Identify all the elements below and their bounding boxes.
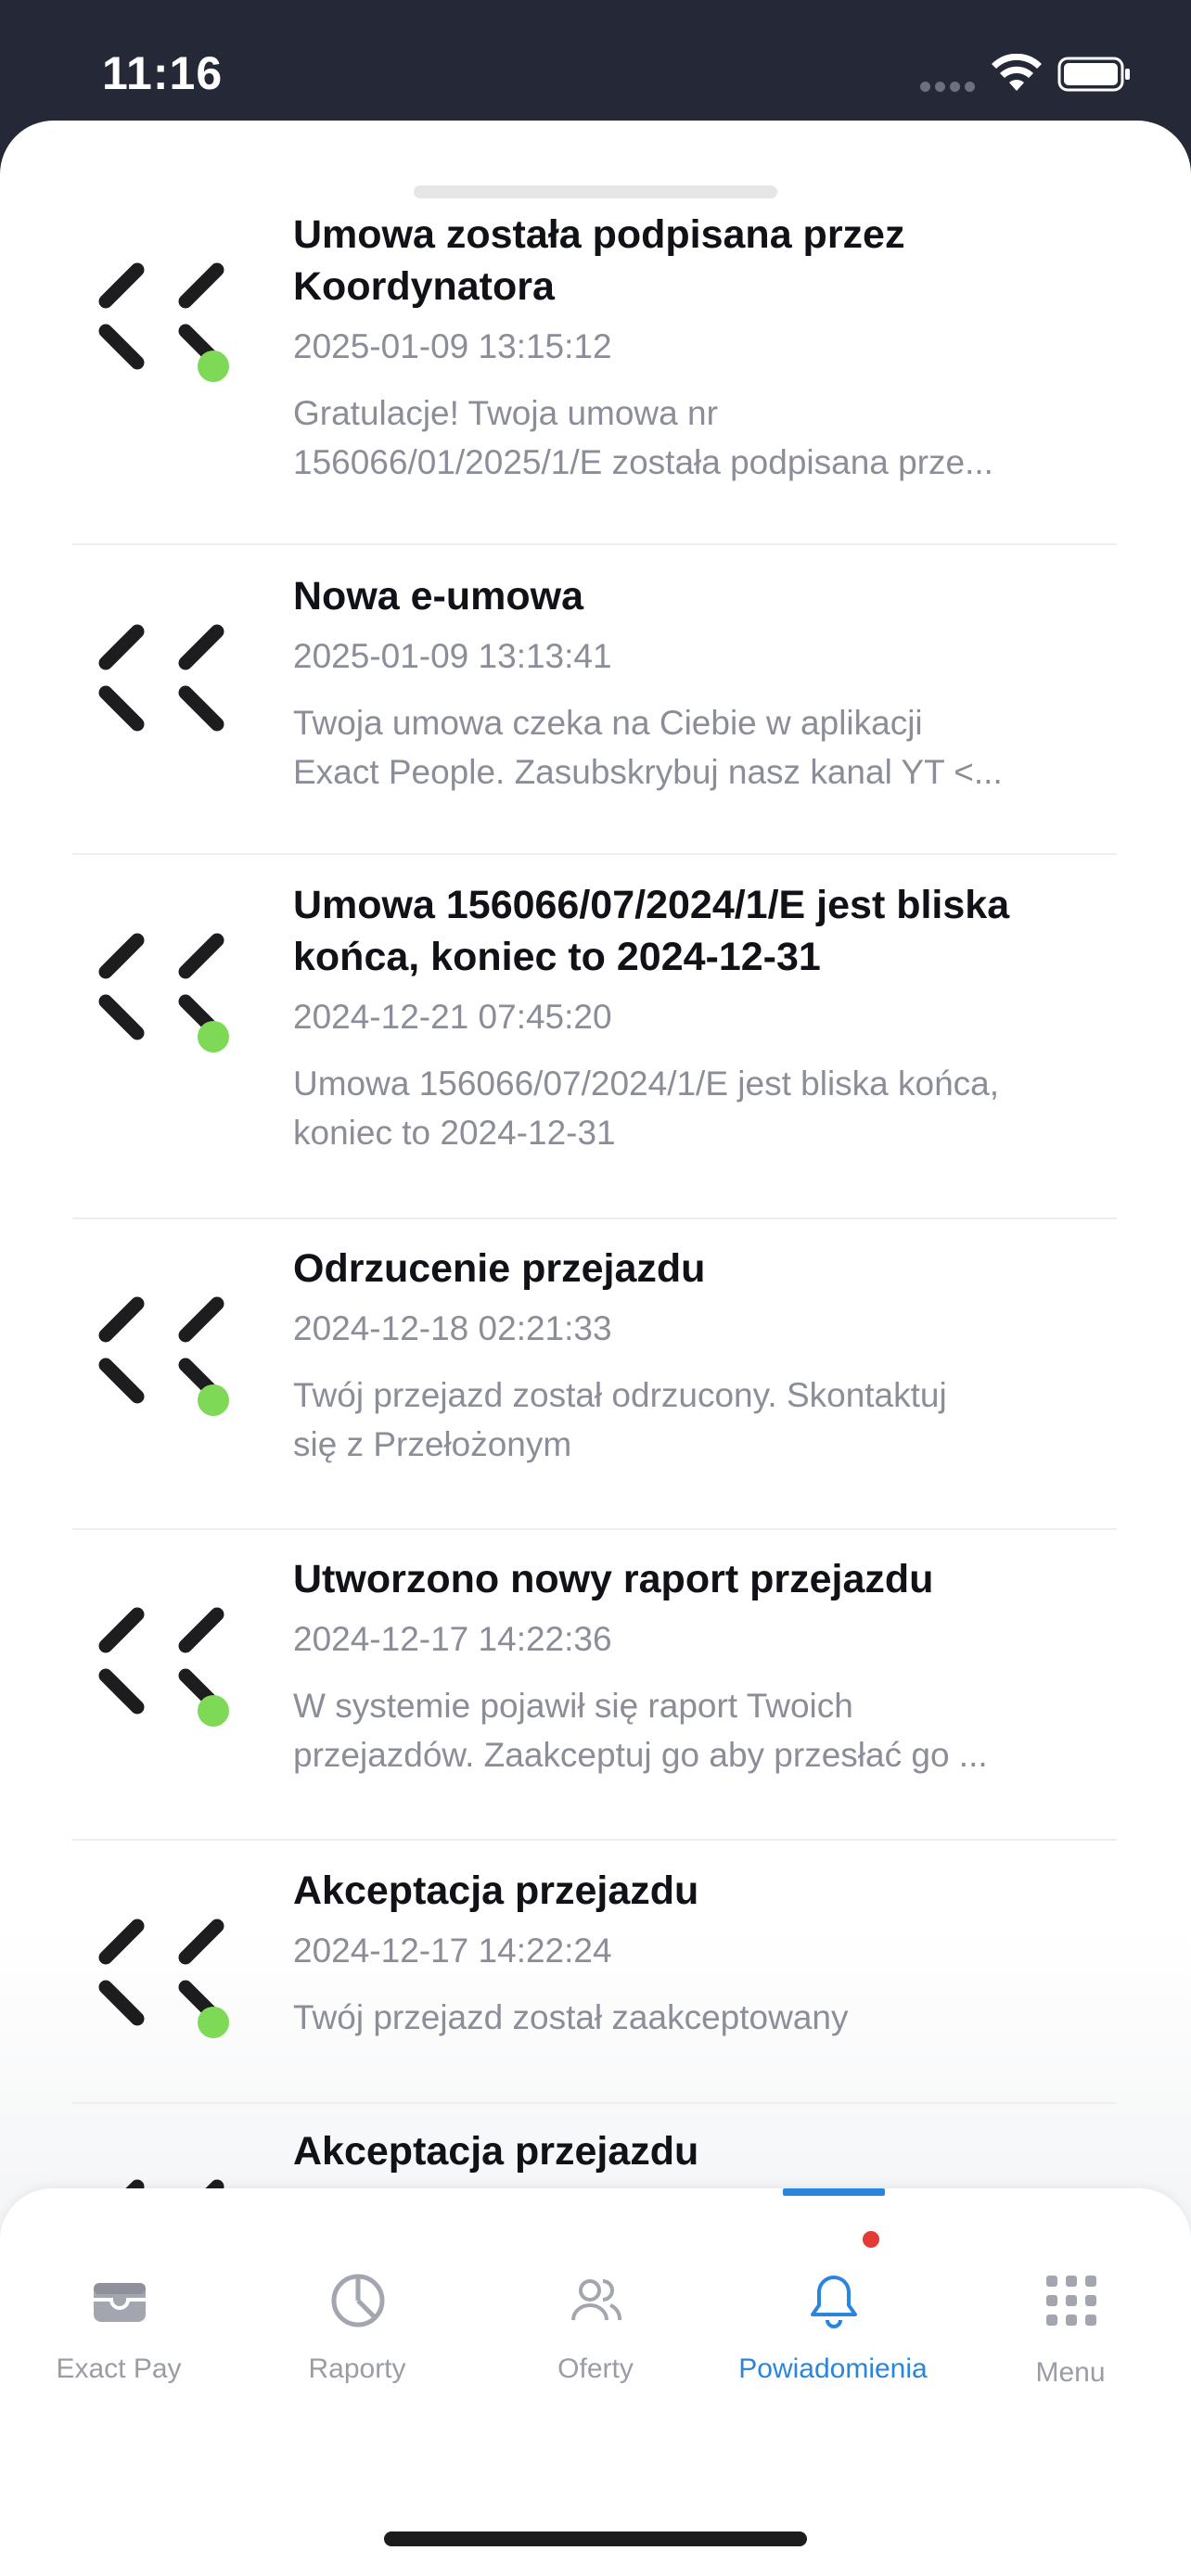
exact-logo-icon [98,1607,229,1727]
pie-chart-icon [331,2274,385,2327]
notification-title: Utworzono nowy raport przejazdu [293,1553,1109,1605]
tab-menu[interactable]: Menu [952,2188,1189,2392]
notification-date: 2024-12-17 14:22:36 [293,1620,612,1658]
notification-body: Twoja umowa czeka na Ciebie w aplikacji E… [293,698,1109,797]
status-bar: 11:16 [0,0,1191,125]
tab-oferty[interactable]: Oferty [477,2188,714,2392]
notification-body-line: 156066/01/2025/1/E została podpisana prz… [293,443,993,481]
notification-body: Twój przejazd został odrzucony. Skontakt… [293,1371,1109,1469]
exact-logo-icon [98,624,224,732]
battery-icon [1057,57,1130,92]
divider [72,543,1117,545]
active-tab-indicator [783,2188,885,2196]
unread-dot [198,1021,229,1052]
notification-body-line: Twój przejazd został odrzucony. Skontakt… [293,1376,947,1414]
tab-powiadomienia[interactable]: Powiadomienia [714,2188,952,2392]
notification-body-line: Gratulacje! Twoja umowa nr [293,394,718,432]
tab-label: Menu [1035,2357,1106,2388]
tab-exact-pay[interactable]: Exact Pay [0,2188,237,2392]
notification-body: W systemie pojawił się raport Twoich prze… [293,1681,1109,1779]
exact-logo-icon [98,262,229,382]
notification-body-line: się z Przełożonym [293,1425,572,1463]
notification-title: Odrzucenie przejazdu [293,1243,1109,1294]
notification-body-line: koniec to 2024-12-31 [293,1114,616,1152]
notification-body: Twój przejazd został zaakceptowany [293,1993,1109,2042]
tab-label: Powiadomienia [738,2353,928,2384]
tab-label: Exact Pay [56,2353,182,2384]
notification-body-line: Exact People. Zasubskrybuj nasz kanal YT… [293,753,1003,791]
tab-bar: Exact Pay Raporty Oferty Powiadomienia M… [0,2188,1191,2576]
notification-body-line: Twój przejazd został zaakceptowany [293,1998,849,2036]
divider [72,1218,1117,1219]
notification-item[interactable]: Odrzucenie przejazdu 2024-12-18 02:21:33 T… [0,1243,1191,1549]
notification-title-line: Umowa 156066/07/2024/1/E jest bliska [293,883,1010,927]
notification-item[interactable]: Utworzono nowy raport przejazdu 2024-12-1… [0,1553,1191,1859]
users-icon [571,2279,622,2321]
notification-title-line: Koordynatora [293,264,555,309]
notification-body-line: Twoja umowa czeka na Ciebie w aplikacji [293,704,923,742]
notification-body-line: Umowa 156066/07/2024/1/E jest bliska koń… [293,1065,1000,1103]
unread-dot [198,2007,229,2038]
notification-date: 2025-01-09 13:15:12 [293,327,612,365]
divider [72,853,1117,855]
notification-body: Umowa 156066/07/2024/1/E jest bliska koń… [293,1059,1109,1157]
wallet-icon [94,2283,146,2322]
exact-logo-icon [98,1919,229,2038]
notification-title: Akceptacja przejazdu [293,2125,1109,2177]
notification-badge [863,2231,879,2248]
unread-dot [198,351,229,382]
cellular-signal-icon [920,82,976,93]
unread-dot [198,1384,229,1416]
tab-raporty[interactable]: Raporty [238,2188,476,2392]
notification-body-line: W systemie pojawił się raport Twoich [293,1687,853,1725]
notification-date: 2024-12-18 02:21:33 [293,1309,612,1347]
notification-title-line: Akceptacja przejazdu [293,1868,699,1913]
notification-title: Nowa e-umowa [293,570,1109,622]
bell-icon [811,2276,857,2328]
unread-dot [198,1695,229,1727]
notification-title-line: Odrzucenie przejazdu [293,1246,706,1291]
notification-body-line: przejazdów. Zaakceptuj go aby przesłać g… [293,1736,988,1774]
notification-date: 2024-12-21 07:45:20 [293,998,612,1036]
divider [72,1839,1117,1841]
home-indicator[interactable] [384,2531,807,2546]
grid-icon [1046,2276,1096,2326]
notification-title-line: Umowa została podpisana przez [293,212,905,257]
notification-title-line: Akceptacja przejazdu [293,2129,699,2174]
notification-title: Umowa 156066/07/2024/1/E jest bliska końc… [293,879,1109,983]
notification-item[interactable]: Umowa 156066/07/2024/1/E jest bliska końc… [0,879,1191,1185]
notification-title-line: końca, koniec to 2024-12-31 [293,935,821,979]
notification-date: 2024-12-17 14:22:24 [293,1932,612,1970]
status-time: 11:16 [102,47,224,99]
sheet-grabber[interactable] [414,185,777,198]
notification-item[interactable]: Nowa e-umowa 2025-01-09 13:13:41 Twoja umo… [0,570,1191,876]
exact-logo-icon [98,933,229,1052]
tab-label: Oferty [557,2353,634,2384]
notification-body: Gratulacje! Twoja umowa nr 156066/01/2025… [293,389,1109,487]
notification-item[interactable]: Umowa została podpisana przez Koordynator… [0,209,1191,515]
divider [72,1528,1117,1530]
notification-title-line: Nowa e-umowa [293,574,583,618]
wifi-icon [992,54,1042,91]
exact-logo-icon [98,1296,229,1416]
notification-title: Akceptacja przejazdu [293,1865,1109,1917]
notification-date: 2025-01-09 13:13:41 [293,637,612,675]
notification-title-line: Utworzono nowy raport przejazdu [293,1557,934,1601]
divider [72,2102,1117,2104]
notification-title: Umowa została podpisana przez Koordynator… [293,209,1109,312]
tab-label: Raporty [308,2353,406,2384]
